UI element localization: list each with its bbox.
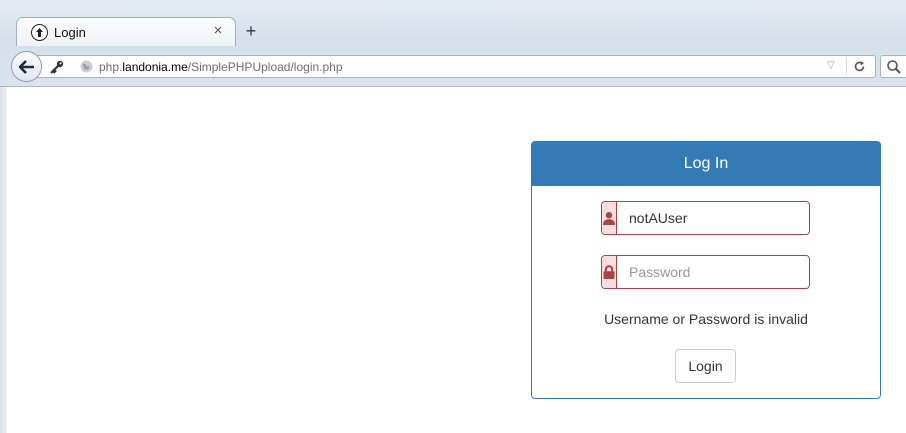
back-arrow-icon xyxy=(18,59,34,74)
url-bar[interactable]: php.landonia.me/SimplePHPUpload/login.ph… xyxy=(36,55,876,78)
lock-icon xyxy=(602,256,617,288)
new-tab-button[interactable]: + xyxy=(243,22,259,40)
login-heading: Log In xyxy=(532,142,880,186)
search-bar[interactable] xyxy=(880,55,906,78)
password-field[interactable] xyxy=(617,256,822,288)
search-icon[interactable] xyxy=(886,59,902,75)
url-prefix: php. xyxy=(99,60,123,74)
tab-close-icon[interactable]: × xyxy=(211,23,225,39)
user-icon xyxy=(602,202,617,234)
username-input-group xyxy=(601,201,822,235)
back-button[interactable] xyxy=(11,51,42,82)
page-favicon-icon xyxy=(31,24,48,41)
url-dropdown-icon[interactable]: ▽ xyxy=(827,59,839,73)
url-path: /SimplePHPUpload/login.php xyxy=(187,60,343,74)
browser-tab-login[interactable]: Login × xyxy=(16,17,236,46)
url-text[interactable]: php.landonia.me/SimplePHPUpload/login.ph… xyxy=(99,60,343,74)
url-host: landonia.me xyxy=(122,60,188,74)
error-message: Username or Password is invalid xyxy=(604,311,808,327)
tab-strip: Login × + xyxy=(0,0,906,46)
login-button[interactable]: Login xyxy=(675,349,736,383)
navigation-bar: php.landonia.me/SimplePHPUpload/login.ph… xyxy=(0,46,906,87)
site-identity-key-icon[interactable] xyxy=(43,56,71,77)
reload-icon[interactable] xyxy=(851,58,868,75)
tab-title: Login xyxy=(54,25,86,40)
username-field[interactable] xyxy=(617,202,822,234)
globe-icon xyxy=(80,60,93,73)
password-input-group xyxy=(601,255,822,289)
browser-chrome: Login × + php.landonia.me/SimplePHPUploa… xyxy=(0,0,906,87)
login-panel: Log In Username or Password is invalid L… xyxy=(531,141,881,399)
url-divider xyxy=(846,58,847,75)
window-left-edge xyxy=(0,87,7,433)
